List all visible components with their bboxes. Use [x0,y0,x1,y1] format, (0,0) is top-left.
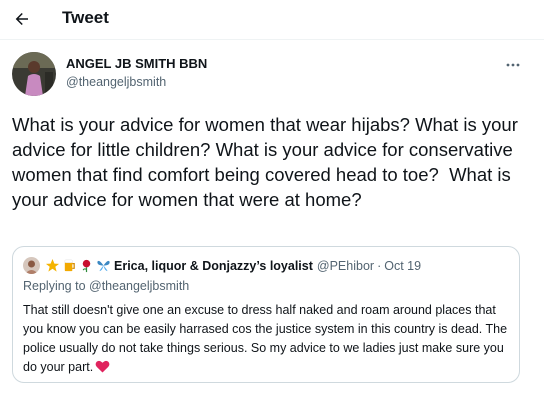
quote-header: Erica, liquor & Donjazzy’s loyalist @PEh… [45,258,421,273]
back-arrow-icon [15,13,28,25]
quote-date: Oct 19 [384,258,422,273]
star-emoji [45,258,60,272]
beer-emoji [64,259,75,272]
quote-replying-to: Replying to @theangeljbsmith [23,279,190,293]
more-icon [506,63,520,67]
quote-author-handle: @PEhibor [316,258,375,273]
quote-separator: · [377,258,382,273]
quoted-tweet[interactable]: Erica, liquor & Donjazzy’s loyalist @PEh… [12,246,520,383]
top-bar: Tweet [0,0,544,40]
butterfly-emoji [97,260,110,272]
heart-emoji [95,360,110,373]
author-handle[interactable]: @theangeljbsmith [66,75,166,89]
tweet-text: What is your advice for women that wear … [12,114,524,210]
page-title: Tweet [62,8,109,27]
quote-author-avatar [23,257,40,274]
rose-emoji [82,259,91,273]
author-name[interactable]: ANGEL JB SMITH BBN [66,56,207,71]
more-button[interactable] [502,56,524,74]
author-avatar[interactable] [12,52,56,96]
back-button[interactable] [9,6,35,32]
quote-author-name: Erica, liquor & Donjazzy’s loyalist [114,258,313,273]
quote-text: That still doesn't give one an excuse to… [23,301,513,377]
